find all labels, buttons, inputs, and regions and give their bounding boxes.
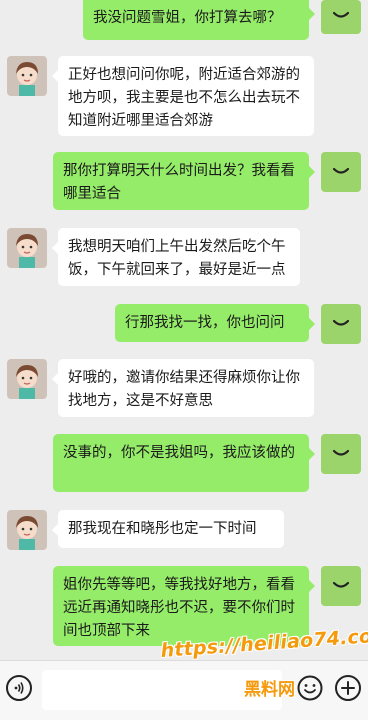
user-avatar[interactable]: [321, 434, 361, 474]
smile-avatar-icon: [332, 11, 350, 18]
message-text: 好哦的，邀请你结果还得麻烦你让你找地方，这是不好意思: [68, 370, 300, 409]
contact-avatar[interactable]: [7, 228, 47, 268]
smile-avatar-icon: [332, 449, 350, 456]
message-bubble-sent[interactable]: 我没问题雪姐，你打算去哪？: [83, 0, 315, 40]
contact-avatar[interactable]: [7, 56, 47, 96]
user-avatar[interactable]: [321, 566, 361, 606]
message-text: 行那我找一找，你也问问: [125, 315, 285, 331]
more-button[interactable]: [335, 675, 361, 701]
plus-icon: [341, 681, 355, 695]
contact-avatar[interactable]: [7, 359, 47, 399]
cartoon-girl-avatar-icon: [7, 228, 47, 268]
message-bubble-received[interactable]: 那我现在和晓彤也定一下时间: [52, 510, 284, 548]
smile-avatar-icon: [332, 319, 350, 326]
message-bubble-received[interactable]: 正好也想问问你呢，附近适合郊游的地方呗，我主要是也不怎么出去玩不知道附近哪里适合…: [52, 56, 314, 136]
cartoon-girl-avatar-icon: [7, 359, 47, 399]
smile-avatar-icon: [332, 167, 350, 174]
contact-avatar[interactable]: [7, 510, 47, 550]
watermark-name: 黑料网: [244, 680, 295, 700]
cartoon-girl-avatar-icon: [7, 510, 47, 550]
message-bubble-sent[interactable]: 没事的，你不是我姐吗，我应该做的: [53, 434, 315, 492]
smile-avatar-icon: [332, 581, 350, 588]
message-text: 那你打算明天什么时间出发？我看看哪里适合: [63, 163, 295, 202]
cartoon-girl-avatar-icon: [7, 56, 47, 96]
message-text: 正好也想问问你呢，附近适合郊游的地方呗，我主要是也不怎么出去玩不知道附近哪里适合…: [68, 67, 300, 129]
message-text: 那我现在和晓彤也定一下时间: [68, 521, 257, 537]
message-bubble-received[interactable]: 我想明天咱们上午出发然后吃个午饭，下午就回来了，最好是近一点: [52, 228, 300, 286]
message-bubble-received[interactable]: 好哦的，邀请你结果还得麻烦你让你找地方，这是不好意思: [52, 359, 314, 417]
message-text: 没事的，你不是我姐吗，我应该做的: [63, 445, 295, 461]
input-toolbar: [0, 660, 368, 720]
voice-icon: [14, 682, 24, 694]
message-bubble-sent[interactable]: 那你打算明天什么时间出发？我看看哪里适合: [53, 152, 315, 210]
emoji-button[interactable]: [297, 675, 323, 701]
user-avatar[interactable]: [321, 304, 361, 344]
message-bubble-sent[interactable]: 行那我找一找，你也问问: [115, 304, 315, 342]
emoji-icon: [297, 675, 323, 701]
message-text: 我没问题雪姐，你打算去哪？: [93, 10, 282, 26]
user-avatar[interactable]: [321, 0, 361, 34]
message-text: 姐你先等等吧，等我找好地方，看看远近再通知晓彤也不迟，要不你们时间也顶部下来: [63, 577, 295, 639]
voice-button[interactable]: [6, 675, 32, 701]
user-avatar[interactable]: [321, 152, 361, 192]
chat-history[interactable]: 我没问题雪姐，你打算去哪？ 正好也想问问你呢，附近适合郊游的地方呗，我主要是也不…: [0, 0, 368, 660]
message-text: 我想明天咱们上午出发然后吃个午饭，下午就回来了，最好是近一点: [68, 239, 286, 278]
